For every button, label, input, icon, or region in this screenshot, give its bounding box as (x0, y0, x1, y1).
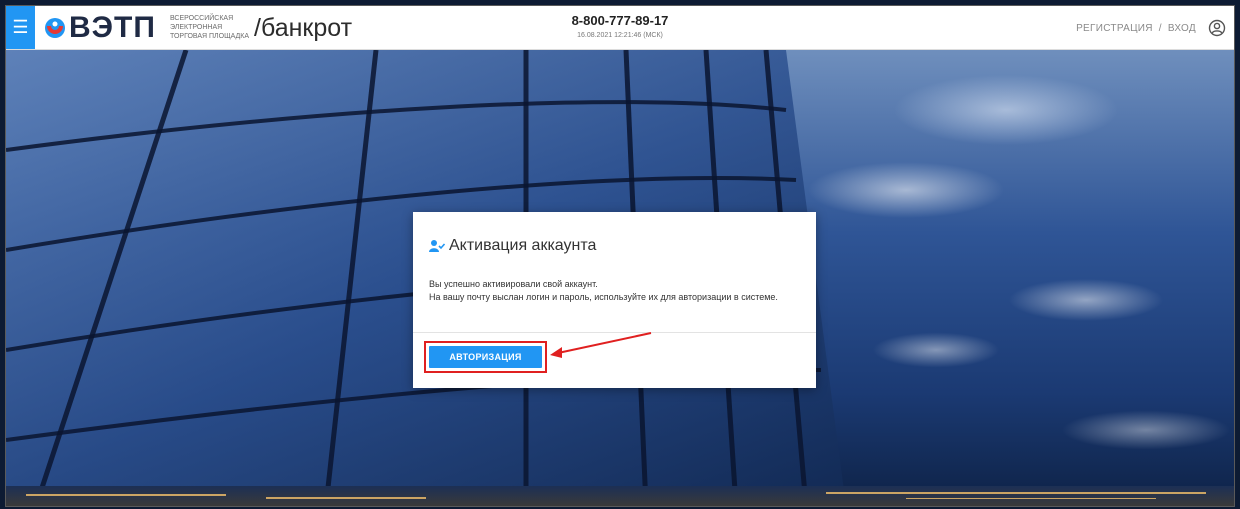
login-link[interactable]: ВХОД (1168, 23, 1196, 34)
dialog-message-line: Вы успешно активировали свой аккаунт. (429, 279, 598, 289)
arrow-annotation-icon (550, 332, 652, 358)
register-link[interactable]: РЕГИСТРАЦИЯ (1076, 23, 1153, 34)
support-phone: 8-800-777-89-17 (571, 13, 669, 28)
auth-links: РЕГИСТРАЦИЯ / ВХОД (1076, 23, 1196, 34)
highlight-box: АВТОРИЗАЦИЯ (424, 341, 547, 373)
auth-separator: / (1158, 23, 1162, 34)
user-circle-icon[interactable] (1208, 19, 1226, 37)
dialog-message-line: На вашу почту выслан логин и пароль, исп… (429, 292, 778, 302)
server-datetime: 16.08.2021 12:21:46 (МСК) (577, 32, 663, 39)
top-header: ☰ ВЭТП ВСЕРОССИЙСКАЯ ЭЛЕКТРОННАЯ ТОРГОВА… (6, 6, 1234, 50)
authorization-button[interactable]: АВТОРИЗАЦИЯ (429, 346, 542, 368)
dialog-message: Вы успешно активировали свой аккаунт. На… (429, 278, 799, 304)
dialog-title: Активация аккаунта (429, 236, 596, 256)
user-check-icon (429, 239, 445, 252)
dialog-title-text: Активация аккаунта (449, 237, 597, 254)
